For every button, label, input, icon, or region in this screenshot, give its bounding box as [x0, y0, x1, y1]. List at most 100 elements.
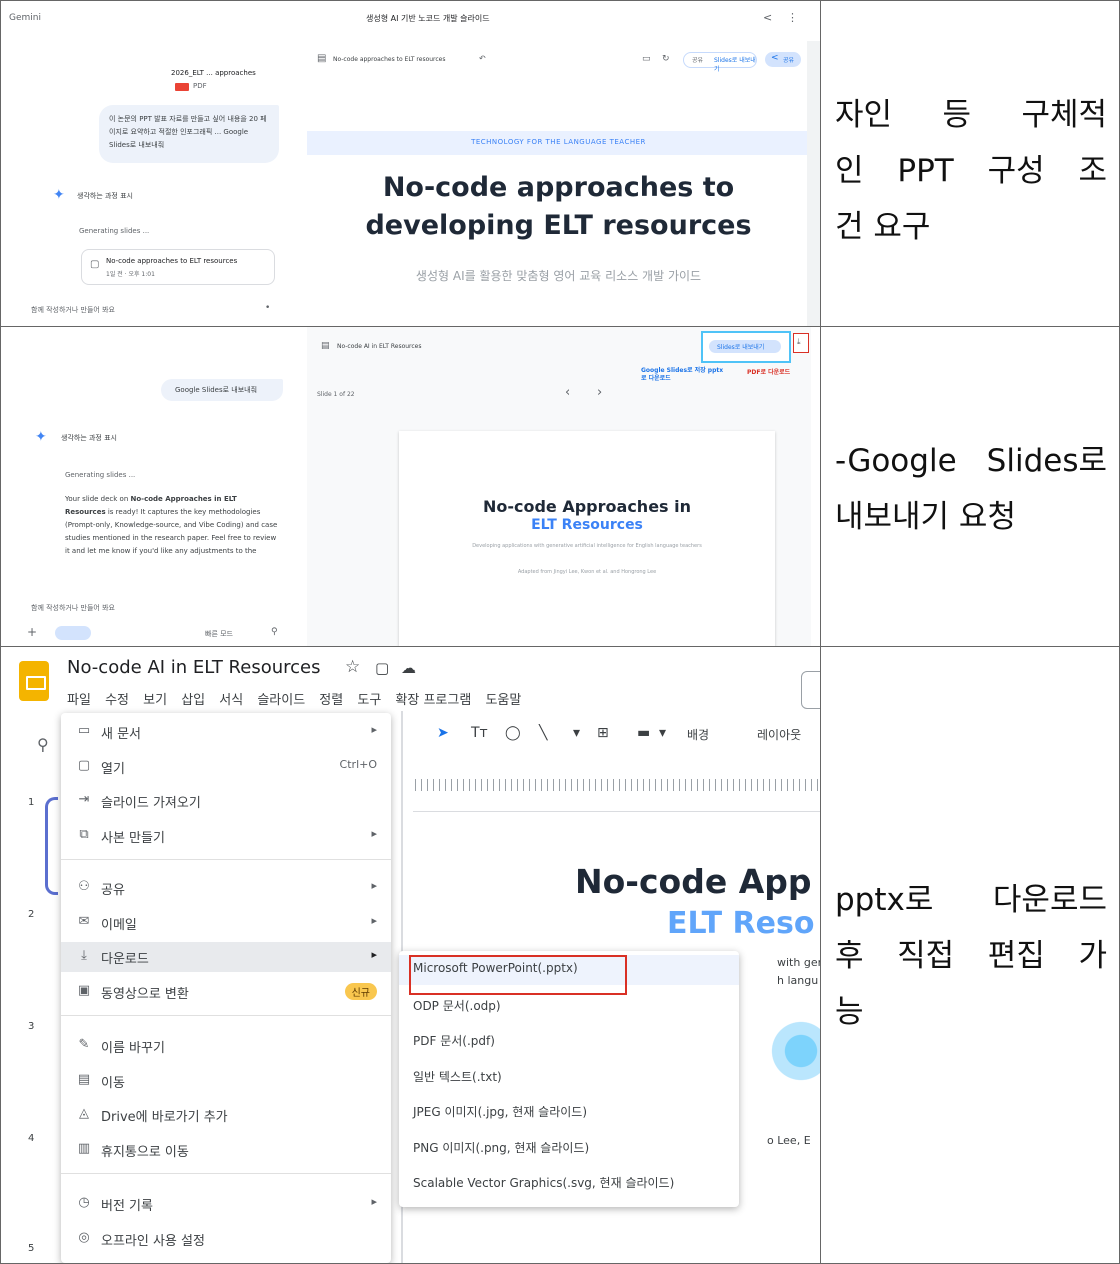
menu-item-version-history[interactable]: ◷ 버전 기록 ▸	[61, 1189, 391, 1219]
slide-author: o Lee, E	[767, 1134, 811, 1147]
menu-item-move[interactable]: ▤ 이동	[61, 1066, 391, 1096]
menu-item-new[interactable]: ▭ 새 문서 ▸	[61, 717, 391, 747]
canvas-panel: ▤ No-code AI in ELT Resources Slides로 내보…	[307, 327, 811, 646]
rename-icon: ✎	[78, 1037, 90, 1052]
thinking-toggle[interactable]: 생각하는 과정 표시	[61, 433, 117, 443]
file-chip[interactable]: 2026_ELT ... approaches PDF	[171, 69, 256, 91]
select-icon[interactable]: ➤	[437, 725, 449, 741]
menu-item-trash[interactable]: ▥ 휴지통으로 이동	[61, 1135, 391, 1165]
menu-item-rename[interactable]: ✎ 이름 바꾸기	[61, 1031, 391, 1061]
insert-box-icon[interactable]: ⊞	[597, 725, 609, 741]
submenu-arrow: ▸	[371, 948, 377, 961]
prompt-input[interactable]: 함께 작성하거나 만들어 봐요	[31, 603, 115, 613]
download-option-label: PDF 문서(.pdf)	[413, 1034, 495, 1048]
slideshow-button[interactable]	[801, 671, 820, 709]
star-icon[interactable]: ☆	[345, 657, 360, 677]
toolbar: ➤ Tт ◯ ╲ ▾ ⊞ ▬ ▾ 배경 레이아웃	[401, 711, 820, 759]
menu-item-import-slides[interactable]: ⇥ 슬라이드 가져오기	[61, 786, 391, 816]
border-color-icon[interactable]: ▬	[637, 725, 650, 741]
chat-title: 생성형 AI 기반 노코드 개발 슬라이드	[366, 14, 490, 23]
menu-item-label: 휴지통으로 이동	[101, 1145, 189, 1160]
download-png[interactable]: PNG 이미지(.png, 현재 슬라이드)	[399, 1133, 739, 1163]
menu-item-offline[interactable]: ◎ 오프라인 사용 설정	[61, 1224, 391, 1254]
slide-title-accent: ELT Resources	[531, 517, 643, 533]
code-icon[interactable]: ▭	[642, 54, 651, 64]
move-folder-icon[interactable]: ▢	[375, 659, 389, 677]
download-svg[interactable]: Scalable Vector Graphics(.svg, 현재 슬라이드)	[399, 1168, 739, 1198]
note-1-line-2: 인 PPT 구성 조	[835, 153, 1107, 189]
download-icon[interactable]: ⤓	[797, 337, 801, 347]
menu-item-convert-video[interactable]: ▣ 동영상으로 변환 신규	[61, 977, 391, 1007]
menu-divider	[61, 1015, 391, 1016]
menu-arrange[interactable]: 정렬	[319, 693, 343, 708]
export-chip[interactable]: Slides로 내보내기	[714, 55, 756, 73]
share-button[interactable]: < 공유	[765, 52, 801, 67]
menu-insert[interactable]: 삽입	[181, 693, 205, 708]
menu-item-open[interactable]: ▢ 열기 Ctrl+O	[61, 752, 391, 782]
download-pdf[interactable]: PDF 문서(.pdf)	[399, 1026, 739, 1056]
menu-slide[interactable]: 슬라이드	[257, 693, 305, 708]
chevron-down-icon[interactable]: ▾	[659, 725, 666, 741]
menu-item-make-copy[interactable]: ⧉ 사본 만들기 ▸	[61, 821, 391, 851]
slide-side-text: with ger	[777, 956, 820, 969]
slide-number: 2	[28, 909, 35, 920]
doc-title: No-code approaches to ELT resources	[333, 56, 446, 63]
menu-extensions[interactable]: 확장 프로그램	[395, 693, 471, 708]
tools-chip[interactable]	[55, 626, 91, 640]
menu-edit[interactable]: 수정	[105, 693, 129, 708]
mode-selector[interactable]: 빠른 모드	[205, 629, 233, 639]
share-icon[interactable]: <	[763, 11, 772, 24]
menu-item-download[interactable]: ⤓ 다운로드 ▸	[61, 942, 391, 972]
add-icon[interactable]: +	[27, 625, 37, 639]
more-icon[interactable]: ⋮	[787, 11, 798, 24]
next-slide-icon[interactable]: ›	[597, 385, 602, 400]
menu-file[interactable]: 파일	[67, 693, 91, 708]
prompt-input[interactable]: 함께 작성하거나 만들어 봐요	[31, 305, 115, 315]
undo-icon[interactable]: ↶	[479, 54, 486, 63]
slide-subtitle: 생성형 AI를 활용한 맞춤형 영어 교육 리소스 개발 가이드	[415, 269, 702, 283]
menu-item-label: 버전 기록	[101, 1199, 153, 1214]
menu-format[interactable]: 서식	[219, 693, 243, 708]
import-slides-icon: ⇥	[78, 792, 90, 807]
deck-card-title: No-code approaches to ELT resources	[106, 257, 238, 265]
menu-item-email[interactable]: ✉ 이메일 ▸	[61, 908, 391, 938]
search-icon[interactable]: ⚲	[37, 735, 49, 754]
submenu-arrow: ▸	[371, 879, 377, 892]
text-box-icon[interactable]: Tт	[471, 725, 488, 741]
ruler	[415, 779, 820, 791]
line-icon[interactable]: ╲	[539, 725, 547, 741]
background-button[interactable]: 배경	[687, 726, 709, 743]
menu-view[interactable]: 보기	[143, 693, 167, 708]
export-to-slides-button[interactable]: Slides로 내보내기	[709, 340, 781, 353]
slide-preview: TECHNOLOGY FOR THE LANGUAGE TEACHER No-c…	[307, 93, 810, 326]
menu-item-share[interactable]: ⚇ 공유 ▸	[61, 873, 391, 903]
menu-item-label: 다운로드	[101, 952, 149, 967]
selected-slide-thumb[interactable]	[45, 797, 58, 895]
download-odp[interactable]: ODP 문서(.odp)	[399, 991, 739, 1021]
deck-card[interactable]: ▢ No-code approaches to ELT resources 1일…	[81, 249, 275, 285]
menu-item-drive-shortcut[interactable]: ◬ Drive에 바로가기 추가	[61, 1100, 391, 1130]
menu-divider	[61, 859, 391, 860]
history-icon: ◷	[78, 1195, 90, 1210]
menu-help[interactable]: 도움말	[485, 693, 521, 708]
share-chip[interactable]: 공유	[692, 55, 703, 64]
mic-icon[interactable]: ⚲	[271, 627, 278, 637]
scrollbar[interactable]	[807, 41, 820, 326]
download-jpg[interactable]: JPEG 이미지(.jpg, 현재 슬라이드)	[399, 1097, 739, 1127]
doc-title[interactable]: No-code AI in ELT Resources	[67, 657, 320, 678]
app-name: Gemini	[9, 13, 41, 23]
download-icon: ⤓	[81, 948, 87, 963]
note-3-line-1: pptx로 다운로드	[835, 882, 1107, 918]
slides-logo-icon[interactable]	[19, 661, 49, 701]
menu-tools[interactable]: 도구	[357, 693, 381, 708]
prev-slide-icon[interactable]: ‹	[565, 385, 570, 400]
chevron-down-icon[interactable]: ▾	[573, 725, 580, 741]
app-header: Gemini 생성형 AI 기반 노코드 개발 슬라이드 < ⋮	[1, 1, 820, 41]
slide-preview: No-code Approaches in ELT Resources Deve…	[399, 431, 775, 646]
refresh-icon[interactable]: ↻	[662, 54, 670, 64]
layout-button[interactable]: 레이아웃	[757, 726, 801, 743]
download-txt[interactable]: 일반 텍스트(.txt)	[399, 1062, 739, 1092]
shape-icon[interactable]: ◯	[505, 725, 521, 741]
menu-item-label: 슬라이드 가져오기	[101, 796, 201, 811]
thinking-toggle[interactable]: 생각하는 과정 표시	[77, 191, 133, 201]
